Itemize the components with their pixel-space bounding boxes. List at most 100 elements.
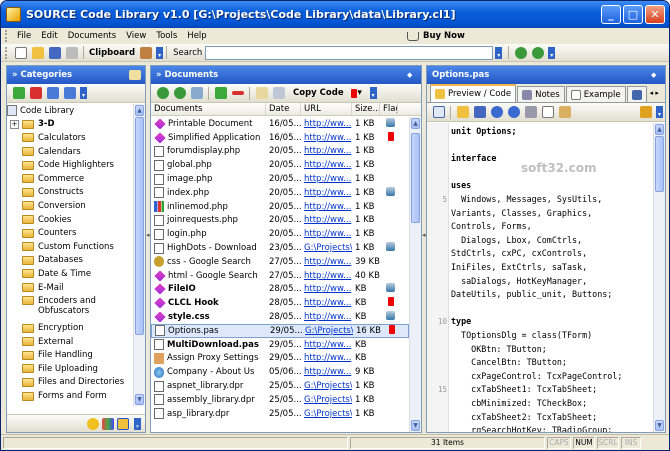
document-flag-cell[interactable] bbox=[381, 324, 399, 337]
editor-open-button[interactable] bbox=[455, 105, 470, 119]
table-row[interactable]: CLCL Hook 28/05... http://ww... KB bbox=[151, 296, 409, 310]
table-row[interactable]: joinrequests.php 20/05... http://ww... 1 KB bbox=[151, 214, 409, 228]
document-flag-cell[interactable] bbox=[380, 117, 398, 130]
column-header-date[interactable]: Date bbox=[266, 103, 301, 115]
tree-item[interactable]: Conversion bbox=[7, 199, 133, 213]
tree-item[interactable]: Files and Directories bbox=[7, 376, 133, 390]
search-forward-button[interactable] bbox=[530, 46, 545, 60]
move-down-button[interactable] bbox=[62, 86, 77, 100]
document-url-link[interactable]: G:\Projects\ bbox=[304, 395, 352, 405]
tree-item[interactable]: Calculators bbox=[7, 131, 133, 145]
tools-button[interactable] bbox=[138, 46, 153, 60]
editor-scrollbar[interactable]: ▲ ▼ bbox=[653, 123, 665, 432]
toolbar-grip[interactable] bbox=[5, 46, 8, 59]
copy-button[interactable] bbox=[540, 105, 555, 119]
search-back-button[interactable] bbox=[513, 46, 528, 60]
print-button[interactable] bbox=[64, 46, 79, 60]
clipboard-button[interactable]: Clipboard bbox=[87, 48, 137, 58]
table-row[interactable]: asp_library.dpr 25/05... G:\Projects\ 1 KB bbox=[151, 407, 409, 421]
buy-now-button[interactable]: Buy Now bbox=[407, 28, 465, 44]
document-url-link[interactable]: http://ww... bbox=[304, 298, 351, 308]
document-flag-cell[interactable] bbox=[380, 311, 398, 323]
expand-icon[interactable]: + bbox=[10, 119, 19, 129]
table-row[interactable]: Printable Document 16/05... http://ww... 1 … bbox=[151, 117, 409, 131]
scroll-down-arrow[interactable]: ▼ bbox=[135, 394, 144, 405]
table-row[interactable]: Assign Proxy Settings 29/05... http://ww..… bbox=[151, 352, 409, 366]
add-document-button[interactable] bbox=[213, 86, 228, 100]
web-document-button[interactable] bbox=[189, 86, 204, 100]
editor-overflow-chevron[interactable]: ▾ bbox=[656, 106, 663, 118]
document-url-link[interactable]: http://ww... bbox=[304, 146, 351, 156]
table-row[interactable]: HighDots - Download 23/05... G:\Projects\ 1… bbox=[151, 241, 409, 255]
categories-edit-icon[interactable] bbox=[129, 70, 141, 80]
document-url-link[interactable]: http://ww... bbox=[304, 229, 351, 239]
back-button[interactable] bbox=[155, 86, 170, 100]
title-bar[interactable]: SOURCE Code Library v1.0 [G:\Projects\Co… bbox=[1, 1, 669, 28]
table-row[interactable]: index.php 20/05... http://ww... 1 KB bbox=[151, 186, 409, 200]
scroll-thumb[interactable] bbox=[655, 136, 664, 192]
close-button[interactable]: ✕ bbox=[645, 5, 665, 24]
new-document-button[interactable] bbox=[13, 46, 28, 60]
document-url-link[interactable]: http://ww... bbox=[304, 160, 351, 170]
tree-item[interactable]: Forms and Form bbox=[7, 389, 133, 403]
tab-scroll-arrows[interactable]: ◂ ▸ bbox=[650, 89, 659, 97]
document-url-link[interactable]: http://ww... bbox=[304, 174, 351, 184]
search-overflow-chevron[interactable]: ▾ bbox=[495, 46, 503, 59]
table-row[interactable]: style.css 28/05... http://ww... KB bbox=[151, 310, 409, 324]
tree-item[interactable]: Custom Functions bbox=[7, 240, 133, 254]
tree-item[interactable]: Encryption bbox=[7, 321, 133, 335]
column-header-documents[interactable]: Documents bbox=[151, 103, 266, 115]
tree-item[interactable]: +3-D bbox=[7, 118, 133, 132]
document-flag-cell[interactable] bbox=[380, 131, 398, 144]
forward-button[interactable] bbox=[172, 86, 187, 100]
documents-overflow-chevron[interactable]: ▾ bbox=[369, 87, 377, 99]
document-url-link[interactable]: G:\Projects\ bbox=[304, 409, 352, 419]
document-url-link[interactable]: http://ww... bbox=[304, 271, 351, 281]
document-url-link[interactable]: http://ww... bbox=[304, 340, 351, 350]
document-url-link[interactable]: http://ww... bbox=[304, 353, 351, 363]
table-row[interactable]: forumdisplay.php 20/05... http://ww... 1 KB bbox=[151, 145, 409, 159]
pin-icon[interactable]: ◆ bbox=[407, 71, 415, 79]
maximize-button[interactable]: □ bbox=[623, 5, 643, 24]
table-row[interactable]: aspnet_library.dpr 25/05... G:\Projects\ 1 … bbox=[151, 379, 409, 393]
code-editor[interactable]: unit Options; interface uses 5 Windows, Mes… bbox=[427, 123, 653, 432]
flag-dropdown-button[interactable]: ▾ bbox=[347, 86, 367, 100]
menu-grip[interactable] bbox=[5, 30, 8, 42]
delete-category-button[interactable] bbox=[28, 86, 43, 100]
document-url-link[interactable]: G:\Projects\ bbox=[304, 243, 352, 253]
document-url-link[interactable]: http://ww... bbox=[304, 119, 351, 129]
add-category-button[interactable] bbox=[11, 86, 26, 100]
tree-item[interactable]: Commerce bbox=[7, 172, 133, 186]
tree-item[interactable]: File Uploading bbox=[7, 362, 133, 376]
document-url-link[interactable]: http://ww... bbox=[304, 215, 351, 225]
tree-item[interactable]: Calendars bbox=[7, 145, 133, 159]
tab-preview-code[interactable]: Preview / Code bbox=[430, 84, 517, 102]
table-row[interactable]: inlinemod.php 20/05... http://ww... 1 KB bbox=[151, 200, 409, 214]
properties-button[interactable] bbox=[254, 86, 269, 100]
document-url-link[interactable]: http://ww... bbox=[304, 188, 351, 198]
open-button[interactable] bbox=[30, 46, 45, 60]
tree-item[interactable]: File Handling bbox=[7, 349, 133, 363]
tree-item[interactable]: Counters bbox=[7, 226, 133, 240]
tree-root[interactable]: Code Library bbox=[7, 104, 133, 118]
scroll-up-arrow[interactable]: ▲ bbox=[655, 124, 664, 135]
document-flag-cell[interactable] bbox=[380, 283, 398, 295]
paste-button[interactable] bbox=[557, 105, 572, 119]
scroll-down-arrow[interactable]: ▼ bbox=[411, 420, 420, 431]
tree-item[interactable]: Date & Time bbox=[7, 267, 133, 281]
table-row[interactable]: login.php 20/05... http://ww... 1 KB bbox=[151, 227, 409, 241]
folder-view-icon[interactable] bbox=[117, 417, 129, 430]
document-url-link[interactable]: http://ww... bbox=[304, 257, 351, 267]
table-row[interactable]: css - Google Search 27/05... http://ww... 3… bbox=[151, 255, 409, 269]
scroll-up-arrow[interactable]: ▲ bbox=[411, 118, 420, 129]
tree-item[interactable]: External bbox=[7, 335, 133, 349]
tab-more[interactable] bbox=[626, 86, 647, 102]
document-url-link[interactable]: http://ww... bbox=[304, 367, 351, 377]
tree-item[interactable]: Encoders and Obfuscators bbox=[7, 294, 133, 321]
table-row[interactable]: image.php 20/05... http://ww... 1 KB bbox=[151, 172, 409, 186]
lock-button[interactable] bbox=[638, 105, 653, 119]
menu-view[interactable]: View bbox=[121, 31, 151, 41]
document-flag-cell[interactable] bbox=[380, 297, 398, 309]
menu-tools[interactable]: Tools bbox=[151, 31, 182, 41]
categories-overflow-chevron[interactable]: ▾ bbox=[80, 87, 87, 99]
